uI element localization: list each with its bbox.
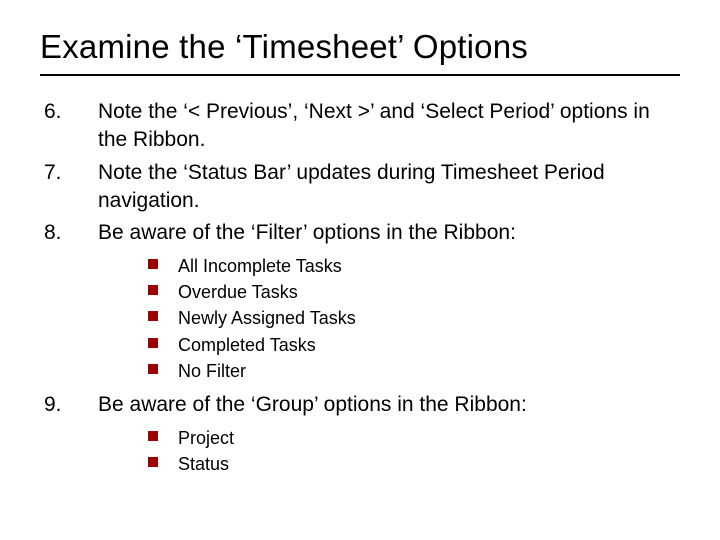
slide-title: Examine the ‘Timesheet’ Options	[40, 28, 680, 66]
list-number: 9.	[44, 391, 98, 419]
list-text: Note the ‘< Previous’, ‘Next >’ and ‘Sel…	[98, 98, 680, 155]
list-text: Completed Tasks	[178, 333, 680, 357]
list-item: Completed Tasks	[148, 333, 680, 357]
list-item: 7. Note the ‘Status Bar’ updates during …	[44, 159, 680, 216]
list-text: Be aware of the ‘Group’ options in the R…	[98, 391, 680, 419]
filter-options-list: All Incomplete Tasks Overdue Tasks Newly…	[148, 254, 680, 383]
square-bullet-icon	[148, 280, 178, 295]
list-text: No Filter	[178, 359, 680, 383]
list-text: Be aware of the ‘Filter’ options in the …	[98, 219, 680, 247]
list-item: All Incomplete Tasks	[148, 254, 680, 278]
group-options-list: Project Status	[148, 426, 680, 477]
list-text: Note the ‘Status Bar’ updates during Tim…	[98, 159, 680, 216]
square-bullet-icon	[148, 452, 178, 467]
square-bullet-icon	[148, 306, 178, 321]
list-item: 9. Be aware of the ‘Group’ options in th…	[44, 391, 680, 419]
square-bullet-icon	[148, 359, 178, 374]
list-item: Project	[148, 426, 680, 450]
square-bullet-icon	[148, 333, 178, 348]
list-number: 6.	[44, 98, 98, 126]
numbered-list: 6. Note the ‘< Previous’, ‘Next >’ and ‘…	[44, 98, 680, 476]
list-item: 8. Be aware of the ‘Filter’ options in t…	[44, 219, 680, 247]
list-item: 6. Note the ‘< Previous’, ‘Next >’ and ‘…	[44, 98, 680, 155]
list-text: Newly Assigned Tasks	[178, 306, 680, 330]
list-item: Status	[148, 452, 680, 476]
list-item: Newly Assigned Tasks	[148, 306, 680, 330]
square-bullet-icon	[148, 254, 178, 269]
square-bullet-icon	[148, 426, 178, 441]
slide: Examine the ‘Timesheet’ Options 6. Note …	[0, 0, 720, 540]
list-item: No Filter	[148, 359, 680, 383]
list-text: All Incomplete Tasks	[178, 254, 680, 278]
list-number: 8.	[44, 219, 98, 247]
list-text: Status	[178, 452, 680, 476]
list-item: Overdue Tasks	[148, 280, 680, 304]
title-underline	[40, 74, 680, 76]
list-text: Project	[178, 426, 680, 450]
list-text: Overdue Tasks	[178, 280, 680, 304]
list-number: 7.	[44, 159, 98, 187]
